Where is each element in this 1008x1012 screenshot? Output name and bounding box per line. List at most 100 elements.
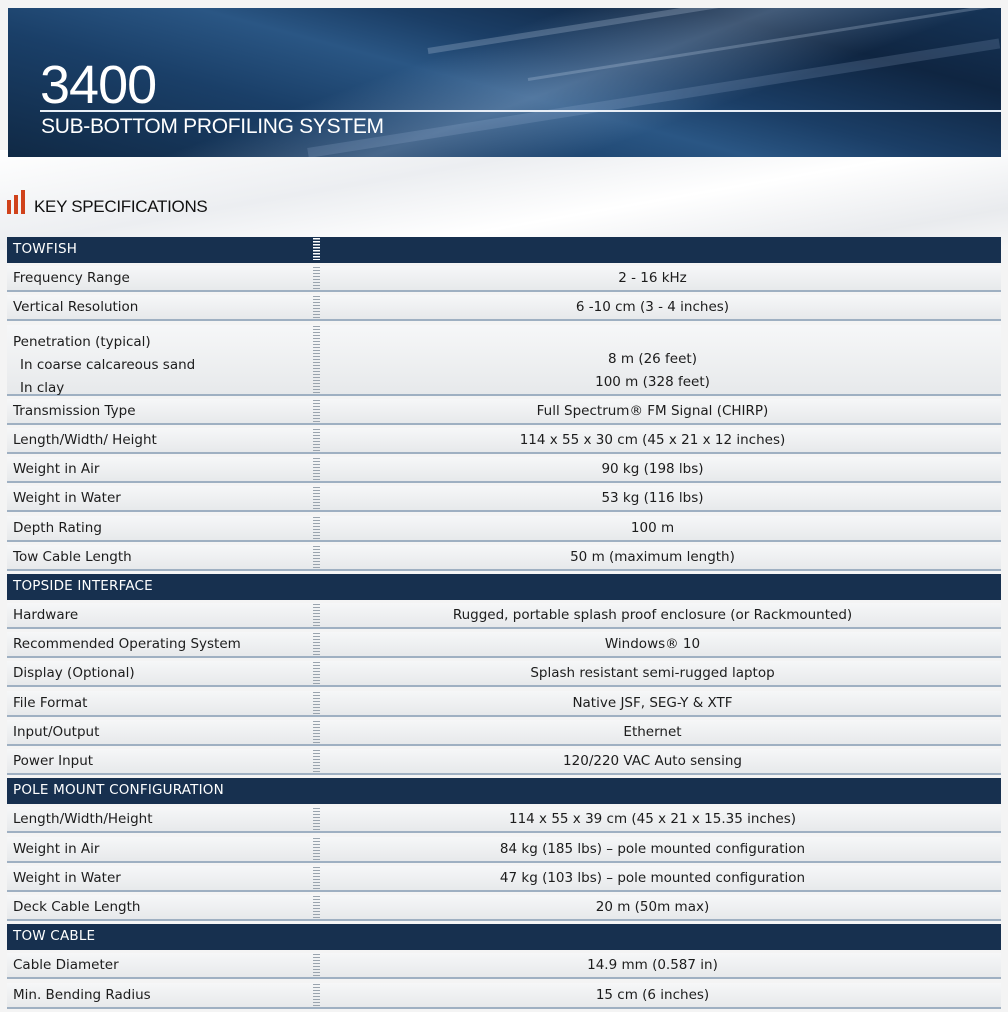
spec-label: Weight in Air [13, 840, 100, 857]
separator [313, 516, 320, 539]
section-title: POLE MOUNT CONFIGURATION [13, 782, 224, 799]
spec-label: Tow Cable Length [13, 548, 132, 565]
spec-value: 15 cm (6 inches) [595, 986, 710, 1003]
spec-row: Input/Output Ethernet [7, 719, 1001, 746]
spec-row: Weight in Air 84 kg (185 lbs) – pole mou… [7, 836, 1001, 863]
spec-row: Weight in Air 90 kg (198 lbs) [7, 457, 1001, 484]
separator [313, 983, 320, 1006]
section-header-towfish: TOWFISH [7, 237, 1001, 263]
spec-value: 47 kg (103 lbs) – pole mounted configura… [499, 869, 806, 886]
spec-label: Input/Output [13, 723, 100, 740]
spec-label: Recommended Operating System [13, 636, 241, 653]
separator [313, 925, 320, 947]
spec-label: File Format [13, 694, 88, 711]
spec-row: Length/Width/ Height 114 x 55 x 30 cm (4… [7, 427, 1001, 454]
spec-row: Vertical Resolution 6 -10 cm (3 - 4 inch… [7, 295, 1001, 322]
separator [313, 954, 320, 977]
separator [313, 633, 320, 656]
spec-row: Weight in Water 53 kg (116 lbs) [7, 486, 1001, 513]
section-header-pole-mount: POLE MOUNT CONFIGURATION [7, 778, 1001, 805]
spec-label: Length/Width/Height [13, 811, 153, 828]
spec-row: Length/Width/Height 114 x 55 x 39 cm (45… [7, 807, 1001, 834]
spec-row: File Format Native JSF, SEG-Y & XTF [7, 690, 1001, 717]
separator [313, 458, 320, 481]
spec-value: 114 x 55 x 39 cm (45 x 21 x 15.35 inches… [508, 811, 797, 828]
spec-value: Rugged, portable splash proof enclosure … [452, 607, 853, 624]
separator [313, 808, 320, 831]
spec-label: Vertical Resolution [13, 299, 139, 316]
separator [313, 575, 320, 597]
separator [313, 545, 320, 568]
spec-value: Splash resistant semi-rugged laptop [530, 665, 775, 682]
spec-value: Ethernet [623, 723, 682, 740]
spec-value: 120/220 VAC Auto sensing [563, 753, 742, 769]
banner-rule [40, 110, 1001, 112]
spec-row: Cable Diameter 14.9 mm (0.587 in) [7, 953, 1001, 980]
separator [313, 895, 320, 918]
spec-row: Min. Bending Radius 15 cm (6 inches) [7, 982, 1001, 1009]
spec-label: Weight in Water [13, 869, 121, 886]
spec-value: Windows® 10 [604, 636, 701, 653]
separator [313, 750, 320, 772]
spec-row-penetration: Penetration (typical) In coarse calcareo… [7, 324, 1001, 396]
spec-value: Full Spectrum® FM Signal (CHIRP) [536, 402, 769, 419]
section-header-tow-cable: TOW CABLE [7, 924, 1001, 951]
spec-value: 2 - 16 kHz [618, 270, 687, 287]
spec-row: Display (Optional) Splash resistant semi… [7, 661, 1001, 688]
spec-value: 114 x 55 x 30 cm (45 x 21 x 12 inches) [519, 431, 786, 448]
spec-row: Hardware Rugged, portable splash proof e… [7, 603, 1001, 630]
spec-label: Cable Diameter [13, 957, 119, 974]
separator [313, 238, 320, 260]
spec-table: TOWFISH Frequency Range 2 - 16 kHz Verti… [7, 237, 1001, 1012]
spec-label: Depth Rating [13, 519, 102, 536]
spec-row: Deck Cable Length 20 m (50m max) [7, 894, 1001, 921]
spec-label: Frequency Range [13, 270, 130, 287]
spec-value: Native JSF, SEG-Y & XTF [572, 694, 733, 711]
separator [313, 720, 320, 743]
spec-row: Depth Rating 100 m [7, 515, 1001, 542]
spec-label: Length/Width/ Height [13, 431, 157, 448]
spec-value: 14.9 mm (0.587 in) [587, 957, 718, 974]
spec-label: Deck Cable Length [13, 898, 141, 915]
spec-value: 53 kg (116 lbs) [601, 490, 704, 507]
spec-label: Min. Bending Radius [13, 986, 151, 1003]
spec-value: 90 kg (198 lbs) [601, 461, 704, 478]
spec-label: Power Input [13, 753, 94, 769]
separator [313, 428, 320, 451]
separator [313, 325, 320, 393]
spec-value: 6 -10 cm (3 - 4 inches) [575, 299, 730, 316]
spec-sublabel: In clay [20, 379, 65, 396]
bar-chart-icon [7, 188, 31, 214]
spec-value: 8 m (26 feet) [608, 350, 697, 367]
spec-label: Weight in Air [13, 461, 100, 478]
separator [313, 662, 320, 685]
product-subtitle: SUB-BOTTOM PROFILING SYSTEM [41, 115, 384, 138]
spec-label: Weight in Water [13, 490, 121, 507]
separator [313, 866, 320, 889]
separator [313, 487, 320, 510]
separator [313, 604, 320, 627]
product-model: 3400 [40, 55, 157, 115]
spec-value: 50 m (maximum length) [570, 548, 735, 565]
spec-label: Hardware [13, 607, 79, 624]
section-title: TOW CABLE [13, 928, 96, 945]
spec-sublabel: In coarse calcareous sand [20, 356, 196, 373]
header-banner: 3400 SUB-BOTTOM PROFILING SYSTEM [8, 8, 1001, 157]
spec-row: Tow Cable Length 50 m (maximum length) [7, 544, 1001, 571]
spec-row: Power Input 120/220 VAC Auto sensing [7, 749, 1001, 775]
section-title: TOWFISH [13, 241, 78, 257]
spec-label: Penetration (typical) [13, 333, 151, 350]
section-title: TOPSIDE INTERFACE [13, 577, 153, 594]
spec-value: 100 m [630, 519, 675, 536]
spec-row: Weight in Water 47 kg (103 lbs) – pole m… [7, 865, 1001, 892]
spec-row: Recommended Operating System Windows® 10 [7, 632, 1001, 659]
separator [313, 399, 320, 422]
spec-value: 20 m (50m max) [595, 898, 710, 915]
separator [313, 267, 320, 290]
separator [313, 296, 320, 319]
spec-row: Frequency Range 2 - 16 kHz [7, 266, 1001, 293]
key-specifications-heading: KEY SPECIFICATIONS [34, 197, 208, 216]
section-header-topside: TOPSIDE INTERFACE [7, 573, 1001, 600]
separator [313, 691, 320, 714]
spec-row: Transmission Type Full Spectrum® FM Sign… [7, 398, 1001, 425]
